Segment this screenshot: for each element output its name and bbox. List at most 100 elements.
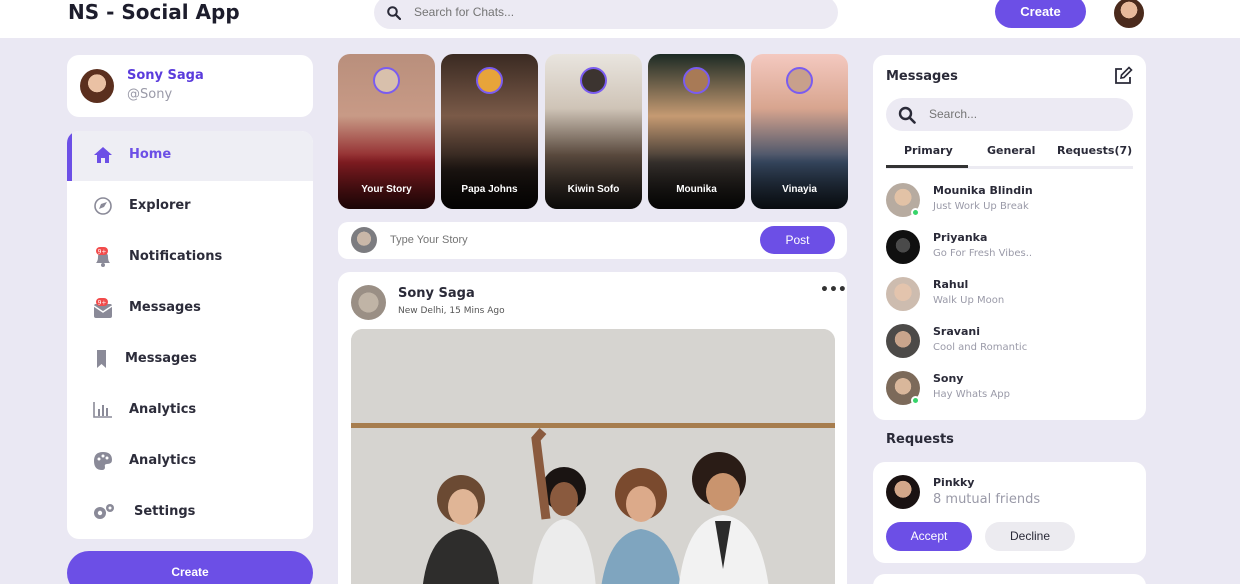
profile-card[interactable]: Sony Saga @Sony [67,55,313,117]
post-photo-illustration [351,329,835,584]
story-composer: Post [338,222,847,259]
search-icon [387,5,402,24]
chat-avatar [886,230,920,264]
sidebar-item-notifications[interactable]: 9+ Notifications [67,233,313,283]
profile-name: Sony Saga [127,68,204,83]
sidebar-item-label: Settings [134,504,196,519]
messages-panel: Messages Primary General Requests(7) Mou… [873,55,1146,420]
search-icon [898,106,916,128]
sidebar-item-messages[interactable]: 9+ Messages [67,284,313,334]
friend-request-card: Pinkky 8 mutual friends Accept Decline [873,462,1146,563]
story-caption: Kiwin Sofo [567,184,620,195]
story-card[interactable]: Vinayia [751,54,848,209]
chat-name: Sravani [933,325,980,338]
story-caption: Your Story [361,184,412,195]
chat-item[interactable]: Priyanka Go For Fresh Vibes.. [886,230,1136,270]
bookmark-icon [92,349,114,369]
online-indicator [911,396,920,405]
chat-item[interactable]: Sony Hay Whats App [886,371,1136,411]
sidebar-item-themes[interactable]: Analytics [67,437,313,487]
feed-post: Sony Saga New Delhi, 15 Mins Ago ••• [338,272,847,584]
sidebar-item-label: Explorer [129,198,191,213]
more-options-icon[interactable]: ••• [820,282,847,298]
request-name[interactable]: Pinkky [933,476,974,489]
messages-search-bar[interactable] [886,98,1133,131]
story-card[interactable]: Papa Johns [441,54,538,209]
post-button[interactable]: Post [760,226,835,254]
story-avatar [476,67,503,94]
chat-search-input[interactable] [414,2,814,22]
sidebar-item-label: Notifications [129,249,223,264]
chat-preview: Just Work Up Break [933,201,1029,212]
chat-name: Priyanka [933,231,988,244]
tab-requests[interactable]: Requests(7) [1057,144,1132,157]
decline-button[interactable]: Decline [985,522,1075,551]
top-bar: NS - Social App Create [0,0,1240,38]
tab-primary[interactable]: Primary [886,144,968,168]
sidebar-item-label: Home [129,147,172,162]
story-card[interactable]: Your Story [338,54,435,209]
svg-text:9+: 9+ [98,249,107,256]
sidebar-item-label: Analytics [129,402,197,417]
story-avatar [683,67,710,94]
chat-name: Mounika Blindin [933,184,1033,197]
story-input[interactable] [390,232,720,248]
profile-handle: @Sony [127,87,173,102]
sidebar-item-explorer[interactable]: Explorer [67,182,313,232]
online-indicator [911,208,920,217]
create-button[interactable]: Create [995,0,1086,28]
friend-request-card [873,574,1146,584]
chat-preview: Hay Whats App [933,389,1010,400]
chat-name: Rahul [933,278,969,291]
compose-icon[interactable] [1113,66,1133,90]
sidebar-item-settings[interactable]: Settings [67,488,313,538]
story-caption: Mounika [676,184,717,195]
bell-icon: 9+ [92,247,114,267]
post-image[interactable] [351,329,835,584]
app-logo: NS - Social App [68,0,240,24]
story-card[interactable]: Kiwin Sofo [545,54,642,209]
story-card[interactable]: Mounika [648,54,745,209]
chat-item[interactable]: Rahul Walk Up Moon [886,277,1136,317]
sidebar-nav: Home Explorer 9+ Notifications 9+ Messag… [67,131,313,539]
messages-title: Messages [886,69,958,84]
profile-avatar [80,69,114,103]
request-avatar[interactable] [886,475,920,509]
sidebar-create-button[interactable]: Create [67,551,313,584]
chat-search-bar[interactable] [374,0,838,29]
story-caption: Vinayia [782,184,817,195]
palette-icon [92,451,114,471]
envelope-icon: 9+ [92,298,114,318]
composer-avatar [351,227,377,253]
messages-search-input[interactable] [929,106,1119,122]
sidebar-item-bookmarks[interactable]: Messages [67,335,313,385]
sidebar-item-label: Messages [129,300,201,315]
bar-chart-icon [92,400,114,420]
post-meta: New Delhi, 15 Mins Ago [398,306,505,316]
chat-item[interactable]: Sravani Cool and Romantic [886,324,1136,364]
sidebar-item-home[interactable]: Home [67,131,313,181]
user-avatar[interactable] [1112,0,1146,30]
story-caption: Papa Johns [461,184,518,195]
requests-heading: Requests [886,432,954,447]
tab-general[interactable]: General [987,144,1035,157]
chat-item[interactable]: Mounika Blindin Just Work Up Break [886,183,1136,223]
gears-icon [92,502,114,522]
chat-preview: Cool and Romantic [933,342,1028,353]
chat-avatar [886,324,920,358]
chat-avatar [886,277,920,311]
story-avatar [786,67,813,94]
story-avatar [580,67,607,94]
sidebar-item-analytics[interactable]: Analytics [67,386,313,436]
story-avatar [373,67,400,94]
svg-text:9+: 9+ [98,300,107,307]
accept-button[interactable]: Accept [886,522,972,551]
chat-preview: Go For Fresh Vibes.. [933,248,1033,259]
chat-preview: Walk Up Moon [933,295,1005,306]
post-author-name[interactable]: Sony Saga [398,286,475,301]
sidebar-item-label: Analytics [129,453,197,468]
mutual-friends: 8 mutual friends [933,492,1041,507]
message-tabs: Primary General Requests(7) [886,139,1133,169]
post-author-avatar[interactable] [351,285,386,320]
chat-name: Sony [933,372,964,385]
